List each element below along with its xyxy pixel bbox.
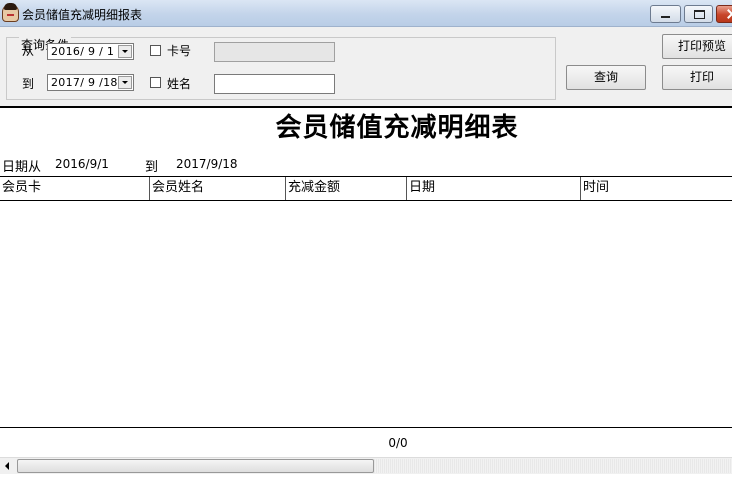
column-header-date: 日期 — [409, 180, 436, 195]
print-preview-button[interactable]: 打印预览 — [662, 34, 732, 59]
from-date-picker[interactable]: 2016/ 9 / 1 — [47, 43, 134, 60]
window-title: 会员储值充减明细报表 — [22, 8, 143, 22]
column-header-time: 时间 — [583, 180, 610, 195]
to-date-picker[interactable]: 2017/ 9 /18 — [47, 74, 134, 91]
range-to: 2017/9/18 — [176, 157, 238, 171]
range-from: 2016/9/1 — [55, 157, 109, 171]
chevron-down-icon[interactable] — [118, 45, 132, 58]
scrollbar-track[interactable] — [374, 459, 732, 473]
close-button[interactable] — [716, 5, 732, 23]
app-icon — [2, 3, 19, 22]
name-checkbox[interactable] — [150, 77, 161, 88]
range-prefix: 日期从 — [2, 160, 42, 175]
name-field[interactable] — [215, 75, 334, 93]
title-bar: 会员储值充减明细报表 — [0, 0, 732, 27]
minimize-icon — [651, 6, 680, 22]
column-header-name: 会员姓名 — [152, 180, 205, 195]
card-input[interactable] — [214, 42, 335, 62]
maximize-icon — [685, 6, 712, 22]
from-label: 从 — [22, 44, 35, 58]
column-header-card: 会员卡 — [2, 180, 42, 195]
horizontal-scrollbar[interactable] — [0, 457, 732, 474]
name-input[interactable] — [214, 74, 335, 94]
minimize-button[interactable] — [650, 5, 681, 23]
print-button[interactable]: 打印 — [662, 65, 732, 90]
search-button[interactable]: 查询 — [566, 65, 646, 90]
scroll-left-icon[interactable] — [0, 458, 16, 474]
query-panel: 查询条件 从 2016/ 9 / 1 到 2017/ 9 /18 卡号 姓名 查… — [0, 27, 732, 106]
close-icon — [717, 6, 732, 22]
card-field[interactable] — [215, 43, 334, 61]
report-footer-line — [0, 427, 732, 428]
from-date-value: 2016/ 9 / 1 — [51, 45, 115, 58]
maximize-button[interactable] — [684, 5, 713, 23]
column-header-amount: 充减金额 — [288, 180, 341, 195]
chevron-down-icon[interactable] — [118, 76, 132, 89]
to-date-value: 2017/ 9 /18 — [51, 76, 118, 89]
page-indicator: 0/0 — [388, 436, 408, 450]
scrollbar-thumb[interactable] — [17, 459, 374, 473]
header-bottom-border — [0, 200, 732, 201]
to-label: 到 — [22, 77, 35, 91]
range-to-label: 到 — [145, 160, 159, 175]
report-title: 会员储值充减明细表 — [275, 113, 519, 143]
name-label: 姓名 — [167, 77, 192, 91]
card-label: 卡号 — [167, 44, 192, 58]
card-checkbox[interactable] — [150, 45, 161, 56]
